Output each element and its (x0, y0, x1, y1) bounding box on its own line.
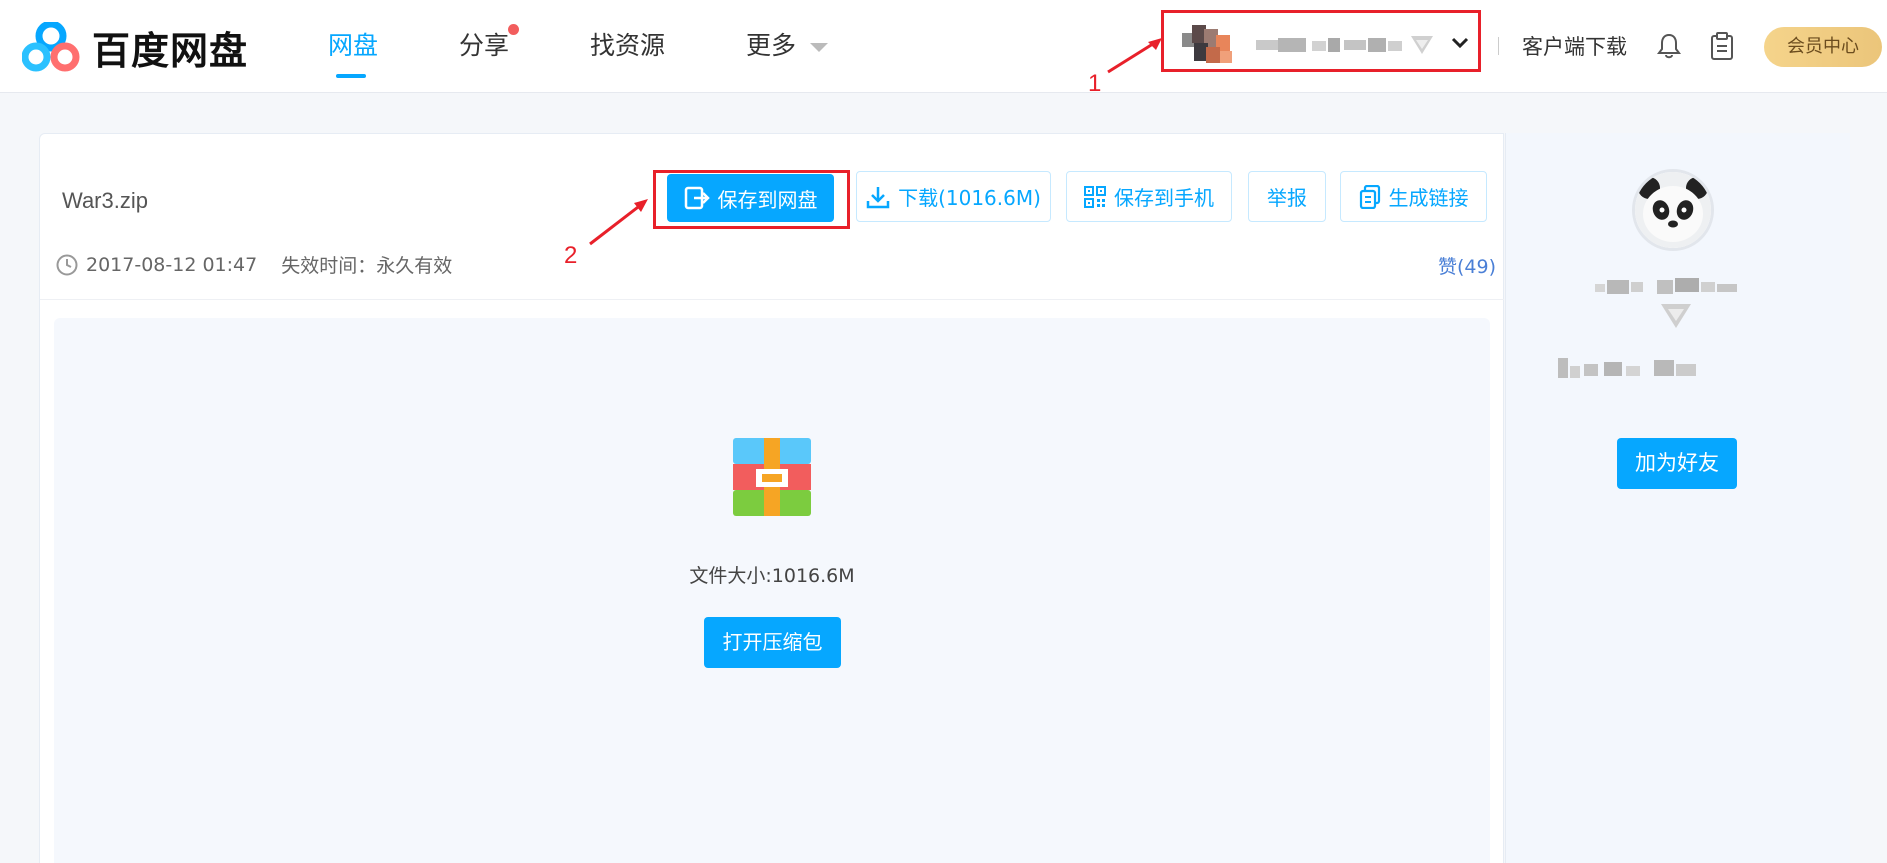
nav-item-find-resources[interactable]: 找资源 (590, 26, 665, 66)
open-zip-button[interactable]: 打开压缩包 (704, 617, 841, 668)
panda-avatar-icon (1635, 172, 1711, 248)
zip-file-icon (733, 438, 811, 516)
file-name: War3.zip (62, 188, 148, 213)
divider (40, 299, 1504, 300)
qrcode-icon (1084, 185, 1106, 208)
expire-time: 失效时间：永久有效 (281, 255, 453, 277)
sharer-name-blurred (1595, 278, 1740, 296)
bell-icon[interactable] (1656, 32, 1682, 60)
baidu-netdisk-logo-icon (22, 22, 80, 72)
top-header: 百度网盘 网盘 分享 找资源 更多 客户端下载 会员中心 (0, 0, 1887, 93)
notification-dot (508, 24, 520, 35)
like-link[interactable]: 赞(49) (1438, 252, 1496, 279)
save-to-phone-button[interactable]: 保存到手机 (1066, 171, 1232, 222)
clipboard-icon[interactable] (1710, 31, 1734, 61)
annotation-arrow-2 (589, 199, 648, 246)
file-size-label: 文件大小:1016.6M (689, 565, 855, 587)
header-divider (1498, 37, 1499, 55)
copy-link-icon (1359, 184, 1380, 209)
user-menu[interactable] (1161, 10, 1481, 72)
nav-label: 分享 (459, 31, 510, 60)
nav-label: 网盘 (328, 31, 379, 60)
logo[interactable]: 百度网盘 (22, 22, 249, 73)
nav-item-more[interactable]: 更多 (746, 26, 829, 66)
add-friend-button[interactable]: 加为好友 (1617, 438, 1737, 489)
download-label: 下载(1016.6M) (898, 186, 1041, 210)
nav-label: 找资源 (590, 31, 666, 60)
caret-down-icon (810, 42, 829, 52)
save-to-disk-icon (684, 186, 710, 210)
file-preview-area (54, 318, 1490, 863)
vip-badge-icon (1661, 304, 1691, 328)
vip-center-button[interactable]: 会员中心 (1764, 27, 1882, 67)
report-label: 举报 (1267, 186, 1307, 210)
nav-active-indicator (336, 74, 366, 78)
username-blurred (1256, 38, 1406, 52)
sharer-info-blurred (1558, 358, 1703, 380)
generate-link-label: 生成链接 (1388, 186, 1469, 210)
annotation-number-2: 2 (564, 242, 578, 269)
save-to-disk-button[interactable]: 保存到网盘 (667, 174, 834, 222)
save-to-disk-label: 保存到网盘 (717, 187, 818, 212)
client-download-link[interactable]: 客户端下载 (1522, 33, 1627, 61)
download-icon (866, 186, 890, 208)
vip-badge-icon (1411, 36, 1433, 54)
file-meta: 2017-08-12 01:47 失效时间：永久有效 (56, 251, 452, 278)
generate-link-button[interactable]: 生成链接 (1340, 171, 1487, 222)
chevron-down-icon (1451, 37, 1469, 49)
nav-item-share[interactable]: 分享 (459, 24, 520, 66)
nav-item-netdisk[interactable]: 网盘 (328, 26, 379, 78)
sharer-avatar[interactable] (1632, 169, 1714, 251)
save-to-phone-label: 保存到手机 (1114, 186, 1214, 210)
clock-icon (56, 254, 78, 275)
report-button[interactable]: 举报 (1248, 171, 1326, 222)
nav-label: 更多 (746, 31, 797, 60)
annotation-arrow-1 (1107, 38, 1162, 74)
download-button[interactable]: 下载(1016.6M) (856, 171, 1051, 222)
brand-name: 百度网盘 (92, 28, 249, 73)
avatar (1182, 25, 1236, 65)
annotation-number-1: 1 (1088, 70, 1102, 97)
main-nav: 网盘 分享 找资源 更多 (328, 24, 909, 78)
share-date: 2017-08-12 01:47 (86, 253, 258, 276)
